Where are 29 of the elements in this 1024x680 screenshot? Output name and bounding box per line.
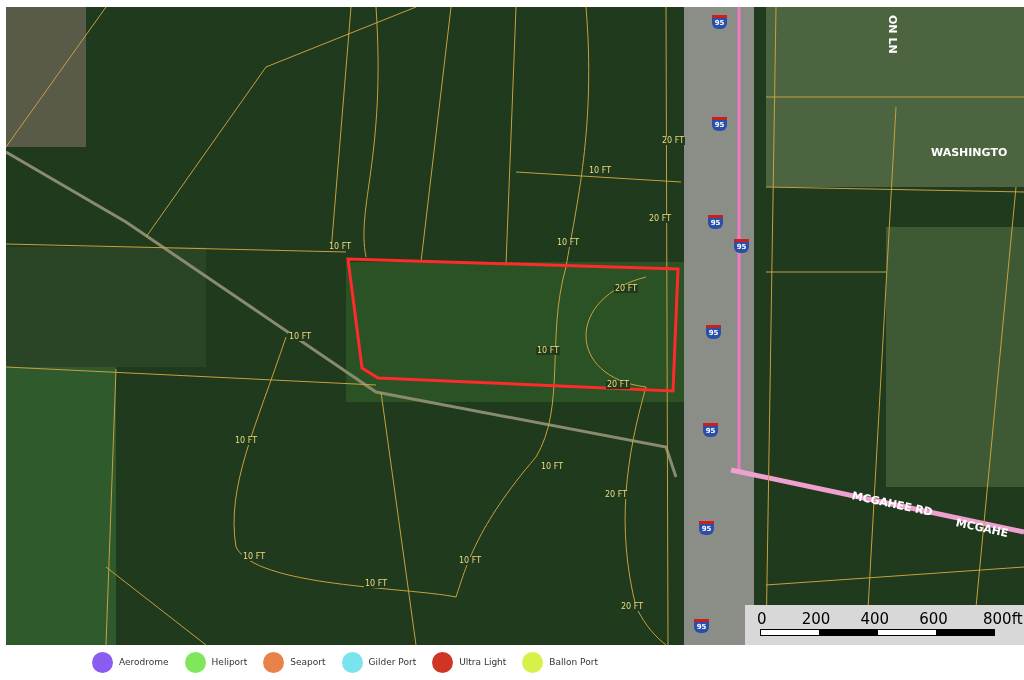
legend-label: Seaport xyxy=(290,655,326,669)
legend-label: Heliport xyxy=(211,655,248,669)
contour-label: 10 FT xyxy=(234,437,259,445)
scale-label: 600 xyxy=(919,610,948,628)
contour-label: 10 FT xyxy=(242,553,267,561)
street-label: WASHINGTO xyxy=(931,147,1008,158)
scale-label: 200 xyxy=(801,610,831,628)
scale-label: 800ft xyxy=(983,610,1023,628)
scale-label: 400 xyxy=(860,610,890,628)
contour-label: 10 FT xyxy=(364,580,389,588)
contour-label: 10 FT xyxy=(328,243,353,251)
contour-label: 20 FT xyxy=(604,491,629,499)
legend-label: Ballon Port xyxy=(549,655,598,669)
contour-label: 10 FT xyxy=(536,347,561,355)
contour-label: 10 FT xyxy=(458,557,483,565)
legend-label: Aerodrome xyxy=(119,655,169,669)
scale-label: 0 xyxy=(757,610,767,628)
contour-label: 10 FT xyxy=(540,463,565,471)
legend-label: Gilder Port xyxy=(368,655,417,669)
contour-label: 20 FT xyxy=(661,137,686,145)
contour-label: 10 FT xyxy=(556,239,581,247)
contour-label: 10 FT xyxy=(588,167,613,175)
contour-label: 20 FT xyxy=(648,215,673,223)
street-label: ON LN xyxy=(887,15,898,54)
contour-label: 20 FT xyxy=(620,603,645,611)
legend-label: Ultra Light xyxy=(459,655,507,669)
contour-label: 10 FT xyxy=(288,333,313,341)
contour-label: 20 FT xyxy=(614,285,639,293)
contour-label: 20 FT xyxy=(606,381,631,389)
